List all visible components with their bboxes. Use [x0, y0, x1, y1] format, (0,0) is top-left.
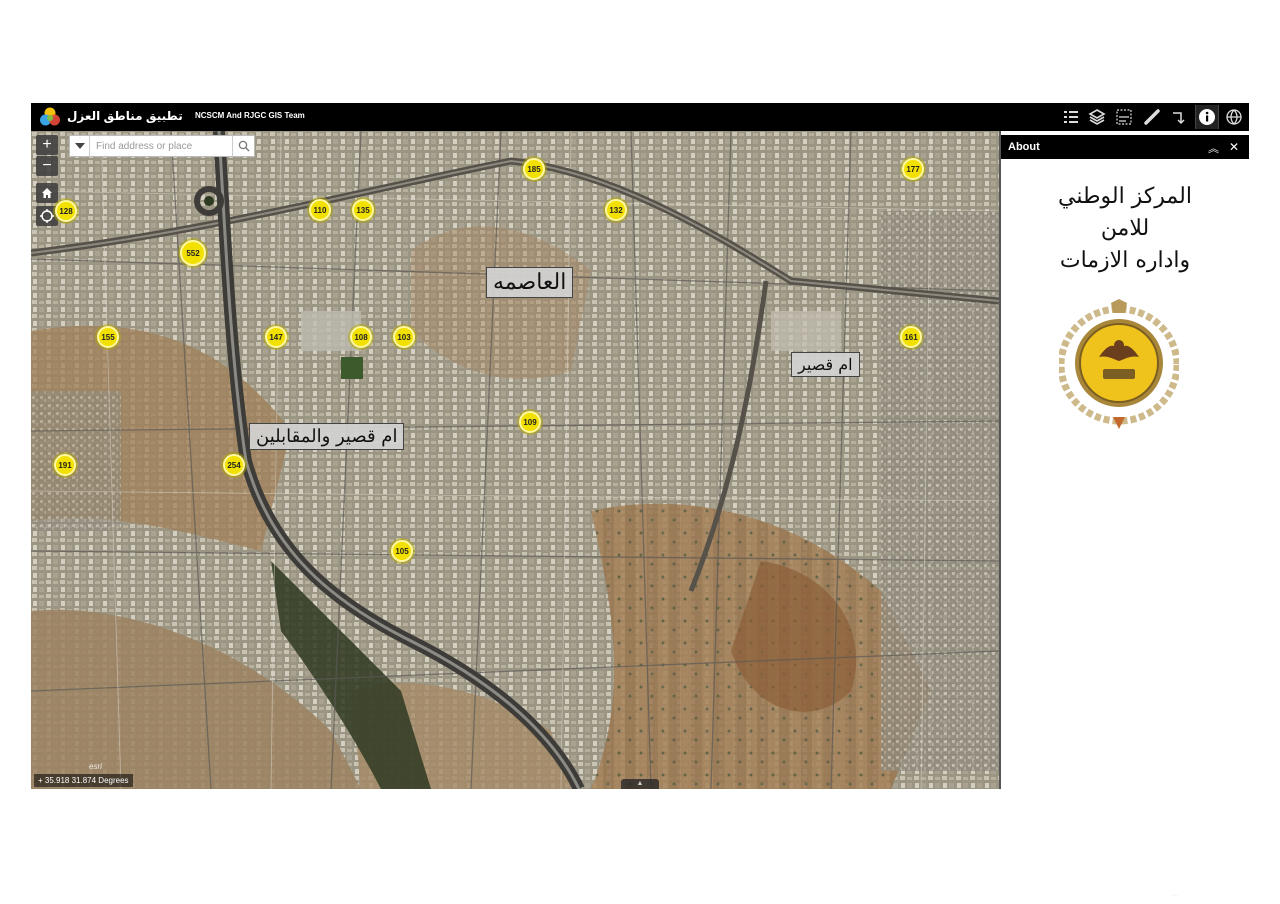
coordinate-readout: + 35.918 31.874 Degrees — [34, 774, 133, 787]
area-label-umm-qusair-muqabalain: ام قصير والمقابلين — [249, 423, 405, 450]
caret-down-icon — [74, 143, 85, 149]
legend-list-icon — [1064, 111, 1078, 123]
cluster-marker[interactable]: 135 — [352, 199, 374, 221]
cluster-marker[interactable]: 161 — [900, 326, 922, 348]
locate-icon — [40, 209, 54, 223]
map-view[interactable]: + − Find address or place 185 177 128 11… — [31, 131, 999, 789]
double-chevron-up-icon: ︽ — [1208, 143, 1219, 155]
cluster-marker[interactable]: 191 — [54, 454, 76, 476]
search-source-dropdown[interactable] — [70, 136, 90, 156]
collapse-panel-button[interactable]: ︽ — [1208, 140, 1219, 156]
app-window: تطبيق مناطق العزل NCSCM And RJGC GIS Tea… — [31, 103, 1249, 789]
search-widget — [69, 135, 255, 157]
cluster-marker[interactable]: 185 — [523, 158, 545, 180]
app-header: تطبيق مناطق العزل NCSCM And RJGC GIS Tea… — [31, 103, 1249, 131]
directions-button[interactable] — [1167, 105, 1191, 129]
basemap-gallery-button[interactable] — [1222, 105, 1246, 129]
close-icon: ✕ — [1228, 140, 1239, 154]
attribute-table-button[interactable] — [1112, 105, 1136, 129]
layers-button[interactable] — [1085, 105, 1109, 129]
cluster-marker[interactable]: 254 — [223, 454, 245, 476]
cluster-marker[interactable]: 128 — [55, 200, 77, 222]
info-icon — [1199, 109, 1215, 125]
about-button[interactable] — [1195, 105, 1219, 129]
cluster-marker[interactable]: 105 — [391, 540, 413, 562]
measure-button[interactable] — [1140, 105, 1164, 129]
about-panel-title: About — [1008, 141, 1040, 153]
app-subtitle: NCSCM And RJGC GIS Team — [195, 111, 305, 120]
home-button[interactable] — [36, 183, 58, 203]
cluster-marker[interactable]: 110 — [309, 199, 331, 221]
about-line: المركز الوطني — [1058, 184, 1192, 209]
cluster-marker[interactable]: 132 — [605, 199, 627, 221]
organization-emblem — [1059, 299, 1179, 429]
cluster-marker[interactable]: 177 — [902, 158, 924, 180]
cluster-marker[interactable]: 108 — [350, 326, 372, 348]
satellite-basemap[interactable] — [31, 131, 999, 789]
home-icon — [42, 188, 52, 198]
zoom-in-button[interactable]: + — [36, 135, 58, 155]
ruler-icon — [1144, 109, 1160, 125]
coordinate-toggle-icon[interactable]: + — [38, 776, 45, 785]
basemap-gallery-icon — [1226, 109, 1242, 125]
cluster-marker[interactable]: 552 — [180, 240, 206, 266]
app-title: تطبيق مناطق العزل — [67, 109, 183, 123]
cluster-marker[interactable]: 147 — [265, 326, 287, 348]
area-label-capital: العاصمه — [486, 267, 574, 298]
esri-attribution: esri — [89, 762, 102, 771]
layers-icon — [1088, 109, 1106, 125]
attribute-table-icon — [1116, 109, 1132, 125]
search-input[interactable] — [90, 136, 232, 156]
about-line: واداره الازمات — [1059, 248, 1191, 273]
zoom-out-button[interactable]: − — [36, 156, 58, 176]
cluster-marker[interactable]: 103 — [393, 326, 415, 348]
legend-button[interactable] — [1059, 105, 1083, 129]
cluster-marker[interactable]: 155 — [97, 326, 119, 348]
area-label-umm-qusair: ام قصير — [791, 352, 860, 377]
directions-icon — [1173, 112, 1185, 125]
about-text: المركز الوطني للامن واداره الازمات — [1001, 181, 1249, 277]
about-line: للامن — [1100, 216, 1150, 241]
about-panel: About ︽ ✕ المركز الوطني للامن واداره الا… — [999, 131, 1249, 789]
page-footnote-mark: · · · — [1172, 893, 1179, 898]
about-panel-header: About ︽ ✕ — [1001, 135, 1249, 159]
bottom-panel-handle[interactable]: ▲ — [621, 779, 659, 789]
search-button[interactable] — [232, 136, 254, 156]
cluster-marker[interactable]: 109 — [519, 411, 541, 433]
app-logo — [40, 107, 60, 126]
close-panel-button[interactable]: ✕ — [1229, 140, 1239, 154]
coordinate-text: 35.918 31.874 Degrees — [44, 776, 129, 785]
search-icon — [238, 140, 249, 152]
